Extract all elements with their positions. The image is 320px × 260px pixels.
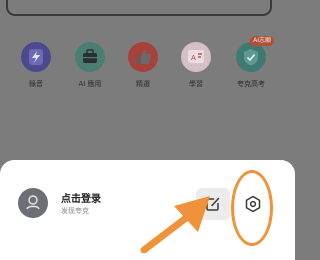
grid-item-label: AI 應用 (78, 80, 102, 88)
grid-item-label: 錄音 (29, 80, 43, 88)
ai-board-icon: A (181, 42, 211, 72)
search-box[interactable] (6, 0, 272, 16)
login-subtitle: 发现夸克 (61, 207, 89, 215)
pointer-arrow-icon (140, 196, 210, 253)
grid-item-record[interactable]: 錄音 (14, 42, 58, 88)
grid-item-label: 精選 (136, 80, 150, 88)
grid-item-featured[interactable]: 精選 (121, 42, 165, 88)
user-icon (26, 195, 40, 210)
grid-item-learn[interactable]: A 學習 (174, 42, 218, 88)
login-title[interactable]: 点击登录 (61, 190, 101, 205)
ai-badge: AI志願 (250, 36, 274, 46)
lightning-icon (21, 42, 51, 72)
highlight-ellipse (231, 170, 273, 246)
grid-item-label: 學習 (189, 80, 203, 88)
app-grid: 錄音 AI 應用 精選 A 學習 AI志願 夸克高考 (0, 36, 295, 112)
grid-item-ai-apps[interactable]: AI 應用 (68, 42, 112, 88)
grid-item-gaokao[interactable]: AI志願 夸克高考 (229, 36, 274, 88)
thumbs-up-icon (128, 42, 158, 72)
svg-text:A: A (191, 54, 196, 62)
shield-check-icon: AI志願 (236, 36, 274, 72)
briefcase-icon (75, 42, 105, 72)
grid-item-label: 夸克高考 (237, 80, 265, 88)
avatar[interactable] (18, 188, 48, 218)
